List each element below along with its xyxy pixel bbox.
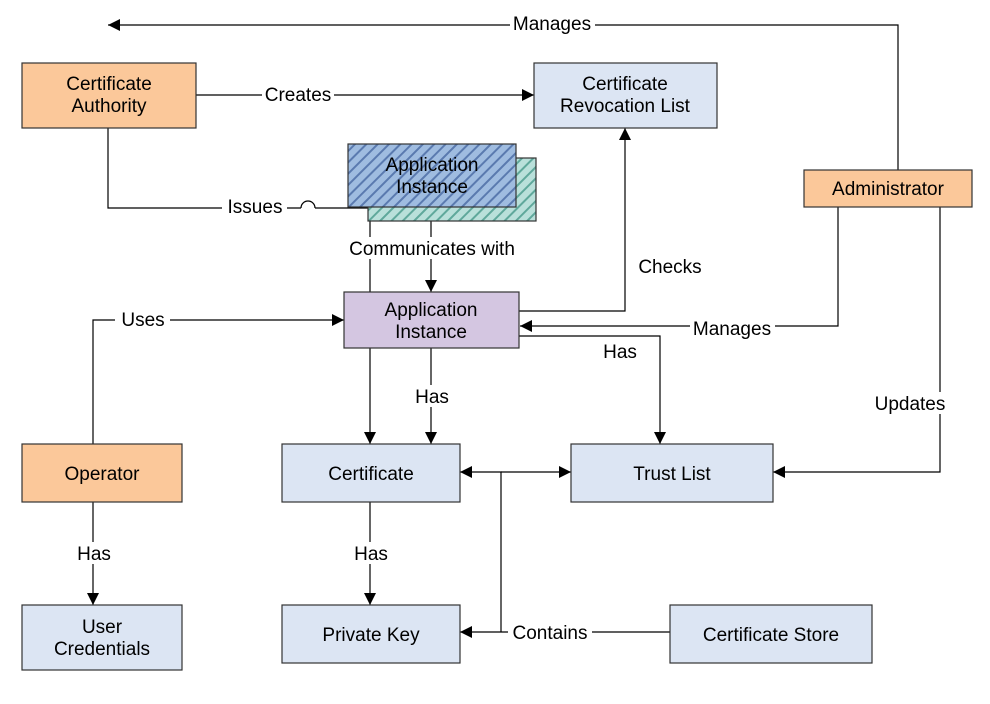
diagram-canvas: Manages Creates Issues Communicates with… <box>0 0 990 704</box>
edge-label-uses: Uses <box>121 310 164 331</box>
node-user-credentials-label2: Credentials <box>54 639 150 660</box>
node-app-instance-remote-label2: Instance <box>396 177 468 198</box>
node-crl-label2: Revocation List <box>560 96 691 117</box>
node-certificate-authority-label1: Certificate <box>66 74 152 95</box>
node-crl-label1: Certificate <box>582 74 668 95</box>
edge-label-has1: Has <box>415 387 449 408</box>
node-user-credentials-label1: User <box>82 617 123 638</box>
edge-label-manages2: Manages <box>693 319 771 340</box>
node-app-instance-label1: Application <box>385 300 478 321</box>
edge-label-has2: Has <box>603 342 637 363</box>
node-certificate-authority-label2: Authority <box>72 96 147 117</box>
edge-uses <box>93 320 344 444</box>
edge-contains-cert <box>460 472 501 632</box>
edge-label-checks: Checks <box>638 257 701 278</box>
node-private-key-label: Private Key <box>322 625 420 646</box>
edge-updates <box>773 207 940 472</box>
edge-label-issues: Issues <box>228 197 283 218</box>
edge-label-creates: Creates <box>265 85 332 106</box>
edge-label-updates: Updates <box>875 394 946 415</box>
node-certificate-label: Certificate <box>328 464 414 485</box>
node-trust-list-label: Trust List <box>633 464 711 485</box>
edge-label-has4: Has <box>354 544 388 565</box>
node-administrator-label: Administrator <box>832 179 945 200</box>
edge-label-has3: Has <box>77 544 111 565</box>
edge-label-manages1: Manages <box>513 14 591 35</box>
node-app-instance-label2: Instance <box>395 322 467 343</box>
node-certificate-store-label: Certificate Store <box>703 625 839 646</box>
edge-issues <box>108 128 370 444</box>
edge-label-communicates: Communicates with <box>349 239 515 260</box>
edge-label-contains: Contains <box>513 623 588 644</box>
node-app-instance-remote-label1: Application <box>386 155 479 176</box>
edge-issues-jump <box>301 201 315 208</box>
node-operator-label: Operator <box>65 464 141 485</box>
